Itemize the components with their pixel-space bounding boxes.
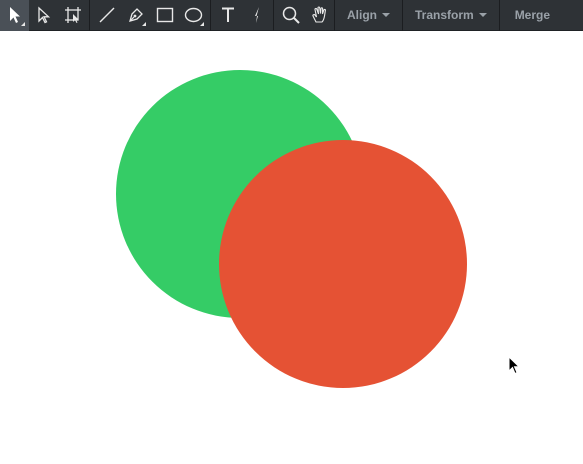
chevron-down-icon (478, 13, 487, 17)
ellipse-tool-button[interactable] (179, 0, 208, 31)
zoom-icon (282, 6, 300, 24)
toolbar-separator (89, 0, 90, 31)
direct-selection-tool-button[interactable] (29, 0, 58, 31)
text-tool-button[interactable] (213, 0, 242, 31)
rectangle-tool-button[interactable] (150, 0, 179, 31)
text-icon (221, 7, 234, 22)
merge-menu[interactable]: Merge (498, 0, 562, 31)
hand-icon (311, 6, 326, 23)
artboard-icon (64, 7, 81, 23)
canvas-artwork (116, 70, 467, 388)
line-icon (99, 7, 114, 23)
red-circle[interactable] (219, 140, 467, 388)
toolbar-separator (210, 0, 211, 31)
artboard-tool-button[interactable] (58, 0, 87, 31)
align-menu-label: Align (347, 8, 377, 22)
tool-options-corner (142, 21, 146, 26)
direct-selection-icon (37, 6, 50, 24)
chevron-down-icon (382, 13, 390, 17)
drawing-canvas[interactable] (0, 31, 583, 459)
hand-tool-button[interactable] (305, 0, 334, 31)
tool-options-corner (200, 21, 204, 26)
align-menu[interactable]: Align (334, 0, 402, 31)
selection-tool-button[interactable] (0, 0, 29, 31)
transform-menu-label: Transform (415, 8, 474, 22)
toolbar: Align Transform Merge (0, 0, 583, 31)
knife-icon (254, 7, 259, 23)
mouse-pointer-icon (508, 356, 521, 375)
knife-tool-button[interactable] (242, 0, 271, 31)
line-tool-button[interactable] (92, 0, 121, 31)
merge-menu-label: Merge (514, 8, 551, 22)
pen-tool-button[interactable] (121, 0, 150, 31)
zoom-tool-button[interactable] (276, 0, 305, 31)
rectangle-icon (156, 7, 173, 23)
tool-options-corner (21, 21, 25, 26)
toolbar-separator (273, 0, 274, 31)
transform-menu[interactable]: Transform (402, 0, 499, 31)
